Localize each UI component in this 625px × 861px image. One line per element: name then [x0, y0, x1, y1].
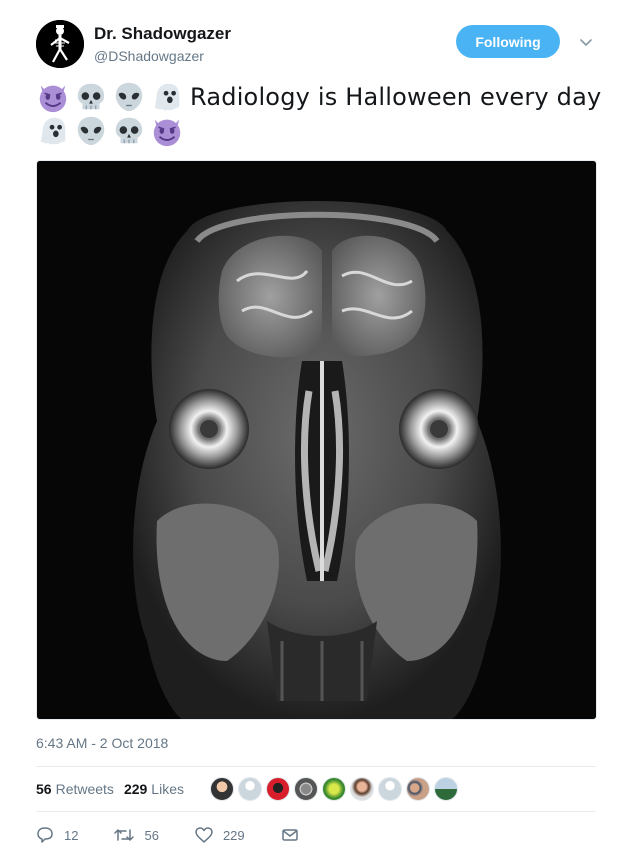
- retweets-label: Retweets: [55, 781, 114, 797]
- divider: [36, 811, 596, 812]
- likes-stat[interactable]: 229 Likes: [124, 781, 184, 797]
- liker-avatar[interactable]: [209, 777, 234, 801]
- liker-avatars: [209, 777, 462, 801]
- like-count: 229: [222, 827, 245, 843]
- tweet-line-1: Radiology is Halloween every day: [36, 80, 606, 114]
- heart-icon: [195, 827, 213, 843]
- smiling-imp-icon: [39, 85, 67, 113]
- chevron-down-icon[interactable]: [578, 34, 594, 50]
- reply-icon: [37, 827, 53, 843]
- reply-count: 12: [64, 827, 79, 843]
- like-button[interactable]: 229: [195, 826, 245, 844]
- retweet-count: 56: [144, 827, 159, 843]
- liker-avatar[interactable]: [349, 777, 374, 801]
- smiling-imp-icon: [153, 119, 181, 147]
- divider: [36, 766, 596, 767]
- liker-avatar[interactable]: [293, 777, 318, 801]
- tweet-line-2: [36, 114, 606, 148]
- tweet-actions: 12 56 229: [36, 823, 596, 847]
- following-button[interactable]: Following: [456, 25, 560, 58]
- retweets-count: 56: [36, 781, 52, 797]
- skull-icon: [115, 117, 143, 144]
- liker-avatar[interactable]: [405, 777, 430, 801]
- tweet-timestamp[interactable]: 6:43 AM - 2 Oct 2018: [36, 735, 168, 751]
- tweet-header: Dr. Shadowgazer @DShadowgazer Following: [36, 18, 596, 70]
- reply-button[interactable]: 12: [36, 826, 78, 844]
- alien-icon: [77, 116, 105, 146]
- envelope-icon: [281, 829, 298, 841]
- liker-avatar[interactable]: [377, 777, 402, 801]
- tweet-media-image[interactable]: [36, 160, 597, 720]
- liker-avatar[interactable]: [433, 777, 458, 801]
- ghost-icon: [154, 83, 180, 111]
- retweet-icon: [114, 829, 135, 841]
- retweets-stat[interactable]: 56 Retweets: [36, 781, 114, 797]
- liker-avatar[interactable]: [321, 777, 346, 801]
- user-handle[interactable]: @DShadowgazer: [94, 48, 204, 64]
- user-name[interactable]: Dr. Shadowgazer: [94, 24, 231, 44]
- direct-message-button[interactable]: [281, 827, 309, 843]
- tweet-body-text: Radiology is Halloween every day: [190, 83, 602, 111]
- retweet-button[interactable]: 56: [114, 826, 159, 844]
- liker-avatar[interactable]: [237, 777, 262, 801]
- alien-icon: [115, 82, 143, 112]
- tweet-stats: 56 Retweets 229 Likes: [36, 775, 596, 803]
- user-avatar[interactable]: [36, 20, 84, 68]
- ghost-icon: [40, 117, 66, 145]
- likes-label: Likes: [151, 781, 184, 797]
- liker-avatar[interactable]: [265, 777, 290, 801]
- likes-count: 229: [123, 781, 148, 797]
- tweet-text: Radiology is Halloween every day: [36, 80, 606, 148]
- skull-icon: [77, 83, 105, 110]
